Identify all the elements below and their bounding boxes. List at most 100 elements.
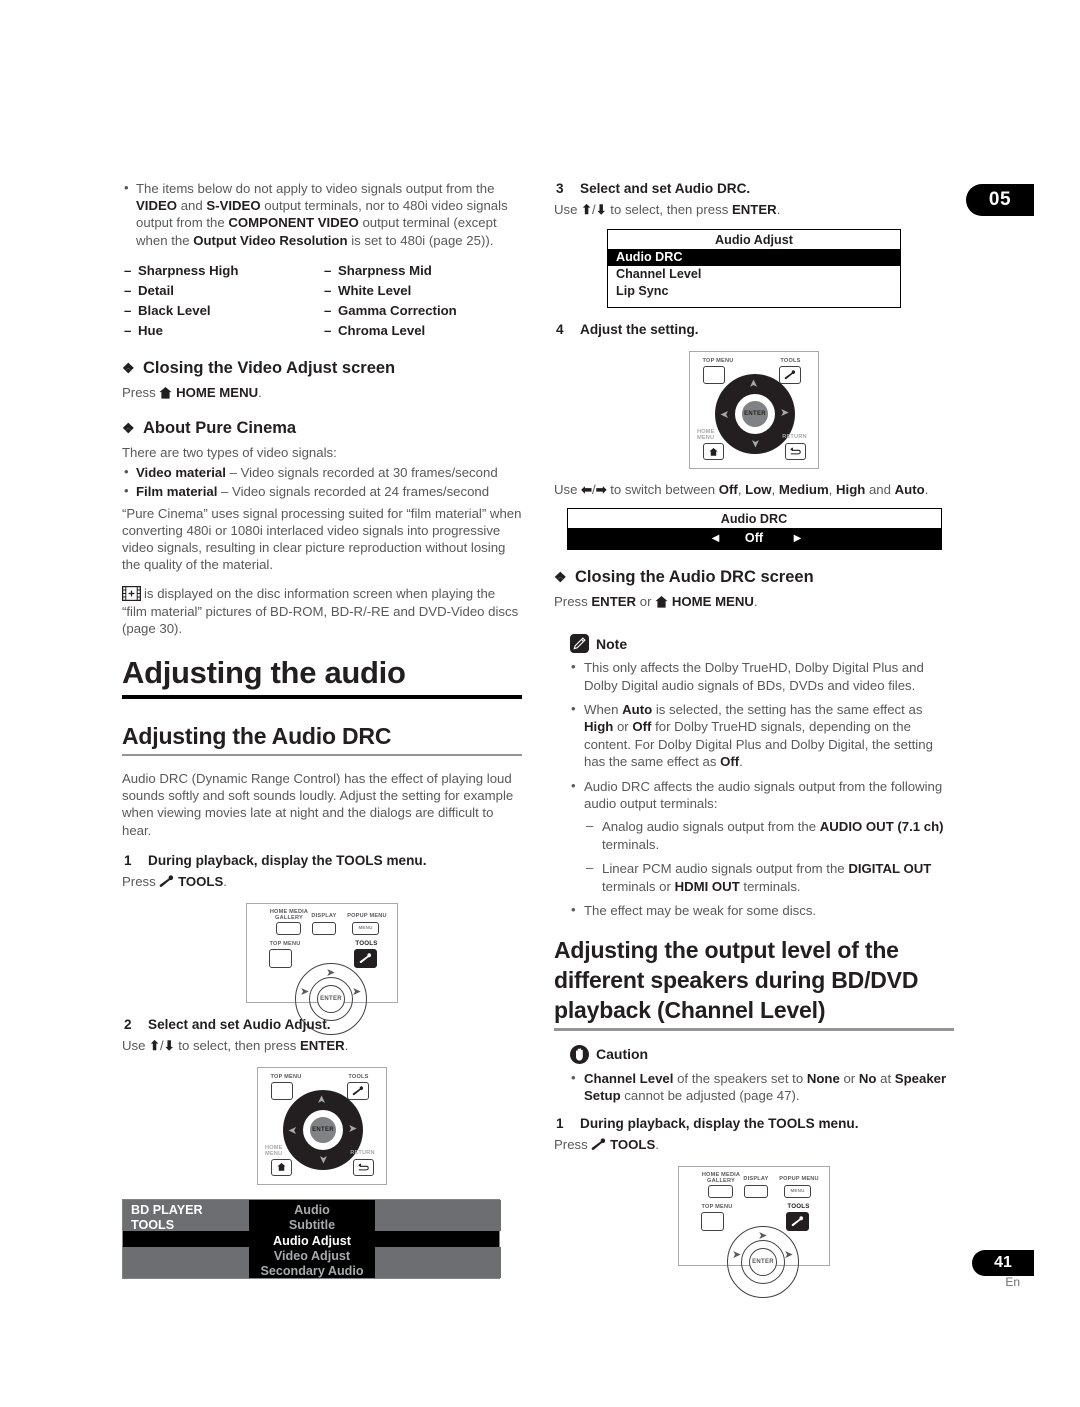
tools-label: TOOLS bbox=[355, 939, 378, 947]
dial-down-arrow-icon[interactable]: ➤ bbox=[749, 439, 761, 448]
popup-menu-button[interactable]: MENU bbox=[784, 1184, 811, 1198]
emphasis: S-VIDEO bbox=[206, 198, 261, 214]
dial-up-arrow-icon[interactable]: ➤ bbox=[326, 967, 335, 979]
audio-adjust-row-selected[interactable]: Audio DRC bbox=[608, 249, 900, 266]
audio-adjust-row[interactable]: Lip Sync bbox=[608, 283, 900, 300]
dial-right-arrow-icon[interactable]: ➤ bbox=[780, 408, 789, 419]
osd-left-arrow-icon[interactable]: ◄ bbox=[709, 531, 721, 546]
dial-right-arrow-icon[interactable]: ➤ bbox=[348, 1123, 357, 1135]
dial-up-arrow-icon[interactable]: ➤ bbox=[758, 1230, 767, 1242]
note-item: Audio DRC affects the audio signals outp… bbox=[570, 777, 954, 895]
drc-option: High bbox=[836, 482, 866, 497]
top-menu-button[interactable] bbox=[701, 1211, 724, 1231]
dial-up-arrow-icon[interactable]: ➤ bbox=[748, 379, 760, 388]
dial-left-arrow-icon[interactable]: ➤ bbox=[288, 1124, 297, 1136]
tools-button[interactable] bbox=[786, 1211, 809, 1231]
remote-diagram-dial-2: TOP MENU TOOLS ENTER ➤ ➤ ➤ ➤ HOME MENU R… bbox=[689, 351, 819, 469]
left-column: The items below do not apply to video si… bbox=[122, 179, 522, 1279]
switch-options-line: Use ⬅/➡ to switch between Off, Low, Medi… bbox=[554, 482, 929, 497]
home-menu-icon bbox=[159, 386, 172, 399]
step-2: 2 Select and set Audio Adjust. bbox=[122, 1016, 522, 1034]
audio-drc-description: Audio DRC (Dynamic Range Control) has th… bbox=[122, 771, 514, 838]
heading-closing-video-adjust: Closing the Video Adjust screen bbox=[122, 358, 522, 379]
signal-type-item: Video material – Video signals recorded … bbox=[122, 463, 522, 481]
film-material-icon bbox=[122, 586, 141, 602]
tools-button[interactable] bbox=[779, 366, 801, 384]
hand-stop-icon bbox=[570, 1044, 589, 1064]
home-menu-icon bbox=[655, 595, 668, 608]
step-3-number: 3 bbox=[556, 181, 564, 196]
osd-grey-left-bottom bbox=[123, 1246, 249, 1278]
top-menu-label: TOP MENU bbox=[270, 1073, 302, 1080]
enter-button[interactable]: ENTER bbox=[309, 1115, 337, 1144]
bd-osd-menu-column: Audio Subtitle Audio Adjust Video Adjust Sec… bbox=[249, 1199, 375, 1279]
step-4-text: Adjust the setting. bbox=[580, 322, 699, 337]
video-adjust-item: White Level bbox=[322, 281, 522, 300]
popup-menu-button[interactable]: MENU bbox=[352, 921, 379, 935]
bd-player-label-line1: BD PLAYER bbox=[131, 1202, 203, 1217]
step-3: 3 Select and set Audio DRC. bbox=[554, 180, 954, 198]
tools-label: TOOLS bbox=[348, 1073, 369, 1080]
remote-diagram-dial-1: TOP MENU TOOLS ENTER ➤ ➤ ➤ ➤ HOME MENU R… bbox=[257, 1066, 387, 1185]
home-menu-label: HOME MENU bbox=[265, 1144, 283, 1157]
emphasis: COMPONENT VIDEO bbox=[228, 215, 359, 231]
dial-right-arrow-icon[interactable]: ➤ bbox=[352, 986, 361, 998]
bd-osd-item[interactable]: Subtitle bbox=[249, 1218, 375, 1233]
heading-about-pure-cinema: About Pure Cinema bbox=[122, 418, 522, 439]
right-arrow-icon: ➡ bbox=[595, 482, 607, 497]
home-menu-button[interactable] bbox=[703, 443, 724, 460]
dial-down-arrow-icon[interactable]: ➤ bbox=[317, 1155, 329, 1164]
display-button[interactable] bbox=[312, 921, 336, 935]
top-menu-label: TOP MENU bbox=[269, 940, 301, 947]
audio-adjust-row[interactable]: Channel Level bbox=[608, 266, 900, 283]
dial-left-arrow-icon[interactable]: ➤ bbox=[300, 986, 309, 998]
down-arrow-icon: ⬇ bbox=[163, 1037, 175, 1053]
top-menu-button[interactable] bbox=[703, 366, 725, 384]
note-item: The effect may be weak for some discs. bbox=[570, 901, 954, 919]
return-button[interactable] bbox=[785, 443, 806, 460]
bd-osd-item[interactable]: Video Adjust bbox=[249, 1249, 375, 1264]
emphasis: DIGITAL OUT bbox=[848, 861, 932, 877]
step-4-number: 4 bbox=[556, 322, 564, 337]
press-word: Press bbox=[554, 1136, 588, 1152]
dial-left-arrow-icon[interactable]: ➤ bbox=[720, 408, 729, 420]
audio-drc-osd-value-bar[interactable]: ◄ Off ► bbox=[567, 528, 941, 549]
dial-right-arrow-icon[interactable]: ➤ bbox=[784, 1249, 793, 1261]
sub-heading-audio-drc: Adjusting the Audio DRC bbox=[122, 722, 392, 749]
home-menu-key-label: HOME MENU bbox=[671, 594, 754, 609]
note-sub-item: Analog audio signals output from the AUD… bbox=[586, 817, 954, 853]
top-menu-button[interactable] bbox=[271, 1081, 293, 1100]
items-column-2: Sharpness MidWhite LevelGamma Correction… bbox=[322, 257, 522, 341]
down-arrow-icon: ⬇ bbox=[595, 202, 607, 217]
press-word: Press bbox=[554, 594, 588, 609]
home-media-gallery-button[interactable] bbox=[708, 1184, 733, 1198]
bd-osd-item[interactable]: Audio bbox=[249, 1203, 375, 1218]
top-menu-button[interactable] bbox=[269, 948, 292, 968]
film-icon-paragraph: is displayed on the disc information scr… bbox=[122, 585, 522, 637]
bd-osd-item[interactable]: Secondary Audio bbox=[249, 1264, 375, 1279]
step-1-press-line: Press TOOLS. bbox=[122, 873, 522, 891]
dial-left-arrow-icon[interactable]: ➤ bbox=[732, 1249, 741, 1261]
bd-osd-item-selected[interactable]: Audio Adjust bbox=[249, 1234, 375, 1249]
osd-right-arrow-icon[interactable]: ► bbox=[791, 531, 803, 546]
dial-up-arrow-icon[interactable]: ➤ bbox=[316, 1095, 328, 1104]
return-button[interactable] bbox=[353, 1158, 374, 1176]
drc-option: Auto bbox=[894, 482, 925, 497]
tools-button[interactable] bbox=[354, 948, 377, 968]
signal-types-list: Video material – Video signals recorded … bbox=[122, 463, 522, 500]
cl-step-1-number: 1 bbox=[556, 1115, 564, 1131]
tools-icon bbox=[591, 1138, 606, 1151]
home-menu-button[interactable] bbox=[271, 1158, 292, 1176]
osd-value-label: Off bbox=[744, 531, 764, 545]
popup-menu-button-label: MENU bbox=[790, 1188, 805, 1194]
enter-button[interactable]: ENTER bbox=[317, 984, 345, 1013]
pure-cinema-intro: There are two types of video signals: bbox=[122, 445, 337, 461]
tools-button[interactable] bbox=[347, 1081, 369, 1100]
display-button[interactable] bbox=[744, 1184, 768, 1198]
enter-button[interactable]: ENTER bbox=[749, 1247, 777, 1276]
enter-button[interactable]: ENTER bbox=[741, 400, 769, 428]
use-word: Use bbox=[554, 202, 578, 217]
home-media-gallery-button[interactable] bbox=[276, 921, 301, 935]
drc-option: Off bbox=[718, 482, 738, 497]
step-2-use-line: Use ⬆/⬇ to select, then press ENTER. bbox=[122, 1037, 349, 1053]
